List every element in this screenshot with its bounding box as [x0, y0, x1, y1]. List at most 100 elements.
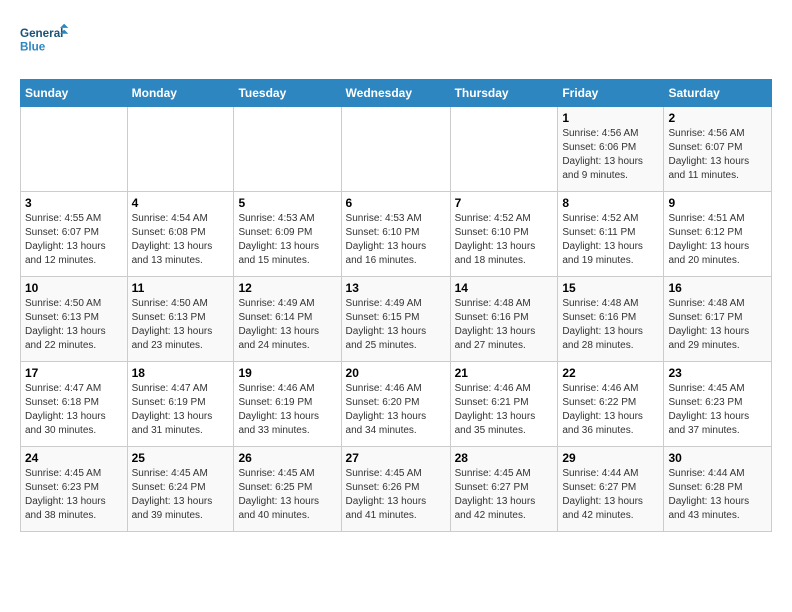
day-info: Sunrise: 4:56 AM Sunset: 6:06 PM Dayligh…: [562, 127, 659, 183]
day-info: Sunrise: 4:45 AM Sunset: 6:25 PM Dayligh…: [238, 467, 336, 523]
calendar-cell: [21, 107, 128, 192]
calendar-cell: 27 Sunrise: 4:45 AM Sunset: 6:26 PM Dayli…: [341, 447, 450, 532]
svg-text:Blue: Blue: [20, 40, 46, 53]
day-info: Sunrise: 4:49 AM Sunset: 6:14 PM Dayligh…: [238, 297, 336, 353]
day-info: Sunrise: 4:50 AM Sunset: 6:13 PM Dayligh…: [25, 297, 123, 353]
calendar-cell: 22 Sunrise: 4:46 AM Sunset: 6:22 PM Dayli…: [558, 362, 664, 447]
day-number: 1: [562, 111, 659, 125]
calendar-cell: 6Sunrise: 4:53 AM Sunset: 6:10 PM Daylig…: [341, 192, 450, 277]
day-number: 4: [132, 196, 230, 210]
day-info: Sunrise: 4:44 AM Sunset: 6:27 PM Dayligh…: [562, 467, 659, 523]
day-number: 24: [25, 451, 123, 465]
day-info: Sunrise: 4:45 AM Sunset: 6:24 PM Dayligh…: [132, 467, 230, 523]
day-header: Monday: [127, 80, 234, 107]
day-header: Sunday: [21, 80, 128, 107]
calendar-cell: 4 Sunrise: 4:54 AM Sunset: 6:08 PM Daylig…: [127, 192, 234, 277]
calendar-cell: [341, 107, 450, 192]
day-info: Sunrise: 4:47 AM Sunset: 6:18 PM Dayligh…: [25, 382, 123, 438]
day-number: 2: [668, 111, 767, 125]
logo: General Blue: [20, 20, 70, 65]
calendar-cell: 16 Sunrise: 4:48 AM Sunset: 6:17 PM Dayli…: [664, 277, 772, 362]
day-number: 12: [238, 281, 336, 295]
day-info: Sunrise: 4:45 AM Sunset: 6:23 PM Dayligh…: [25, 467, 123, 523]
calendar-week-row: 24 Sunrise: 4:45 AM Sunset: 6:23 PM Dayli…: [21, 447, 772, 532]
calendar-cell: 1 Sunrise: 4:56 AM Sunset: 6:06 PM Daylig…: [558, 107, 664, 192]
calendar-cell: 2 Sunrise: 4:56 AM Sunset: 6:07 PM Daylig…: [664, 107, 772, 192]
day-header: Thursday: [450, 80, 558, 107]
calendar-cell: 20 Sunrise: 4:46 AM Sunset: 6:20 PM Dayli…: [341, 362, 450, 447]
calendar-cell: 24 Sunrise: 4:45 AM Sunset: 6:23 PM Dayli…: [21, 447, 128, 532]
calendar-cell: 12 Sunrise: 4:49 AM Sunset: 6:14 PM Dayli…: [234, 277, 341, 362]
day-info: Sunrise: 4:44 AM Sunset: 6:28 PM Dayligh…: [668, 467, 767, 523]
day-number: 14: [455, 281, 554, 295]
day-number: 3: [25, 196, 123, 210]
calendar-cell: 28 Sunrise: 4:45 AM Sunset: 6:27 PM Dayli…: [450, 447, 558, 532]
day-info: Sunrise: 4:53 AM Sunset: 6:09 PM Dayligh…: [238, 212, 336, 268]
calendar-cell: 9Sunrise: 4:51 AM Sunset: 6:12 PM Daylig…: [664, 192, 772, 277]
calendar-cell: 30 Sunrise: 4:44 AM Sunset: 6:28 PM Dayli…: [664, 447, 772, 532]
day-info: Sunrise: 4:46 AM Sunset: 6:22 PM Dayligh…: [562, 382, 659, 438]
day-info: Sunrise: 4:55 AM Sunset: 6:07 PM Dayligh…: [25, 212, 123, 268]
calendar-cell: 15 Sunrise: 4:48 AM Sunset: 6:16 PM Dayli…: [558, 277, 664, 362]
calendar-body: 1 Sunrise: 4:56 AM Sunset: 6:06 PM Daylig…: [21, 107, 772, 532]
day-number: 21: [455, 366, 554, 380]
day-number: 23: [668, 366, 767, 380]
calendar-cell: 3 Sunrise: 4:55 AM Sunset: 6:07 PM Daylig…: [21, 192, 128, 277]
calendar-cell: 26 Sunrise: 4:45 AM Sunset: 6:25 PM Dayli…: [234, 447, 341, 532]
day-number: 8: [562, 196, 659, 210]
day-info: Sunrise: 4:45 AM Sunset: 6:27 PM Dayligh…: [455, 467, 554, 523]
calendar-week-row: 17 Sunrise: 4:47 AM Sunset: 6:18 PM Dayli…: [21, 362, 772, 447]
calendar-cell: 14 Sunrise: 4:48 AM Sunset: 6:16 PM Dayli…: [450, 277, 558, 362]
day-number: 28: [455, 451, 554, 465]
day-number: 18: [132, 366, 230, 380]
day-info: Sunrise: 4:46 AM Sunset: 6:21 PM Dayligh…: [455, 382, 554, 438]
calendar-cell: 23 Sunrise: 4:45 AM Sunset: 6:23 PM Dayli…: [664, 362, 772, 447]
day-info: Sunrise: 4:48 AM Sunset: 6:17 PM Dayligh…: [668, 297, 767, 353]
day-number: 20: [346, 366, 446, 380]
day-info: Sunrise: 4:56 AM Sunset: 6:07 PM Dayligh…: [668, 127, 767, 183]
calendar-cell: [234, 107, 341, 192]
day-number: 30: [668, 451, 767, 465]
day-info: Sunrise: 4:49 AM Sunset: 6:15 PM Dayligh…: [346, 297, 446, 353]
calendar-cell: 29 Sunrise: 4:44 AM Sunset: 6:27 PM Dayli…: [558, 447, 664, 532]
day-number: 17: [25, 366, 123, 380]
calendar-cell: 17 Sunrise: 4:47 AM Sunset: 6:18 PM Dayli…: [21, 362, 128, 447]
day-info: Sunrise: 4:52 AM Sunset: 6:10 PM Dayligh…: [455, 212, 554, 268]
calendar-cell: 5Sunrise: 4:53 AM Sunset: 6:09 PM Daylig…: [234, 192, 341, 277]
day-info: Sunrise: 4:52 AM Sunset: 6:11 PM Dayligh…: [562, 212, 659, 268]
day-number: 13: [346, 281, 446, 295]
day-header: Saturday: [664, 80, 772, 107]
day-info: Sunrise: 4:45 AM Sunset: 6:26 PM Dayligh…: [346, 467, 446, 523]
calendar-week-row: 1 Sunrise: 4:56 AM Sunset: 6:06 PM Daylig…: [21, 107, 772, 192]
logo-svg: General Blue: [20, 20, 70, 65]
calendar-week-row: 10 Sunrise: 4:50 AM Sunset: 6:13 PM Dayli…: [21, 277, 772, 362]
day-number: 11: [132, 281, 230, 295]
day-info: Sunrise: 4:47 AM Sunset: 6:19 PM Dayligh…: [132, 382, 230, 438]
day-number: 19: [238, 366, 336, 380]
day-number: 9: [668, 196, 767, 210]
svg-text:General: General: [20, 27, 63, 40]
day-number: 29: [562, 451, 659, 465]
day-info: Sunrise: 4:54 AM Sunset: 6:08 PM Dayligh…: [132, 212, 230, 268]
day-info: Sunrise: 4:46 AM Sunset: 6:20 PM Dayligh…: [346, 382, 446, 438]
day-number: 16: [668, 281, 767, 295]
calendar-cell: [450, 107, 558, 192]
calendar-cell: 7Sunrise: 4:52 AM Sunset: 6:10 PM Daylig…: [450, 192, 558, 277]
day-info: Sunrise: 4:48 AM Sunset: 6:16 PM Dayligh…: [562, 297, 659, 353]
calendar-cell: 11 Sunrise: 4:50 AM Sunset: 6:13 PM Dayli…: [127, 277, 234, 362]
day-number: 10: [25, 281, 123, 295]
day-number: 27: [346, 451, 446, 465]
day-info: Sunrise: 4:50 AM Sunset: 6:13 PM Dayligh…: [132, 297, 230, 353]
day-number: 22: [562, 366, 659, 380]
day-info: Sunrise: 4:45 AM Sunset: 6:23 PM Dayligh…: [668, 382, 767, 438]
day-number: 26: [238, 451, 336, 465]
calendar-cell: 8 Sunrise: 4:52 AM Sunset: 6:11 PM Daylig…: [558, 192, 664, 277]
calendar-table: SundayMondayTuesdayWednesdayThursdayFrid…: [20, 79, 772, 532]
calendar-cell: 21 Sunrise: 4:46 AM Sunset: 6:21 PM Dayli…: [450, 362, 558, 447]
day-info: Sunrise: 4:48 AM Sunset: 6:16 PM Dayligh…: [455, 297, 554, 353]
day-info: Sunrise: 4:46 AM Sunset: 6:19 PM Dayligh…: [238, 382, 336, 438]
day-header: Tuesday: [234, 80, 341, 107]
calendar-week-row: 3 Sunrise: 4:55 AM Sunset: 6:07 PM Daylig…: [21, 192, 772, 277]
day-number: 15: [562, 281, 659, 295]
day-header: Wednesday: [341, 80, 450, 107]
